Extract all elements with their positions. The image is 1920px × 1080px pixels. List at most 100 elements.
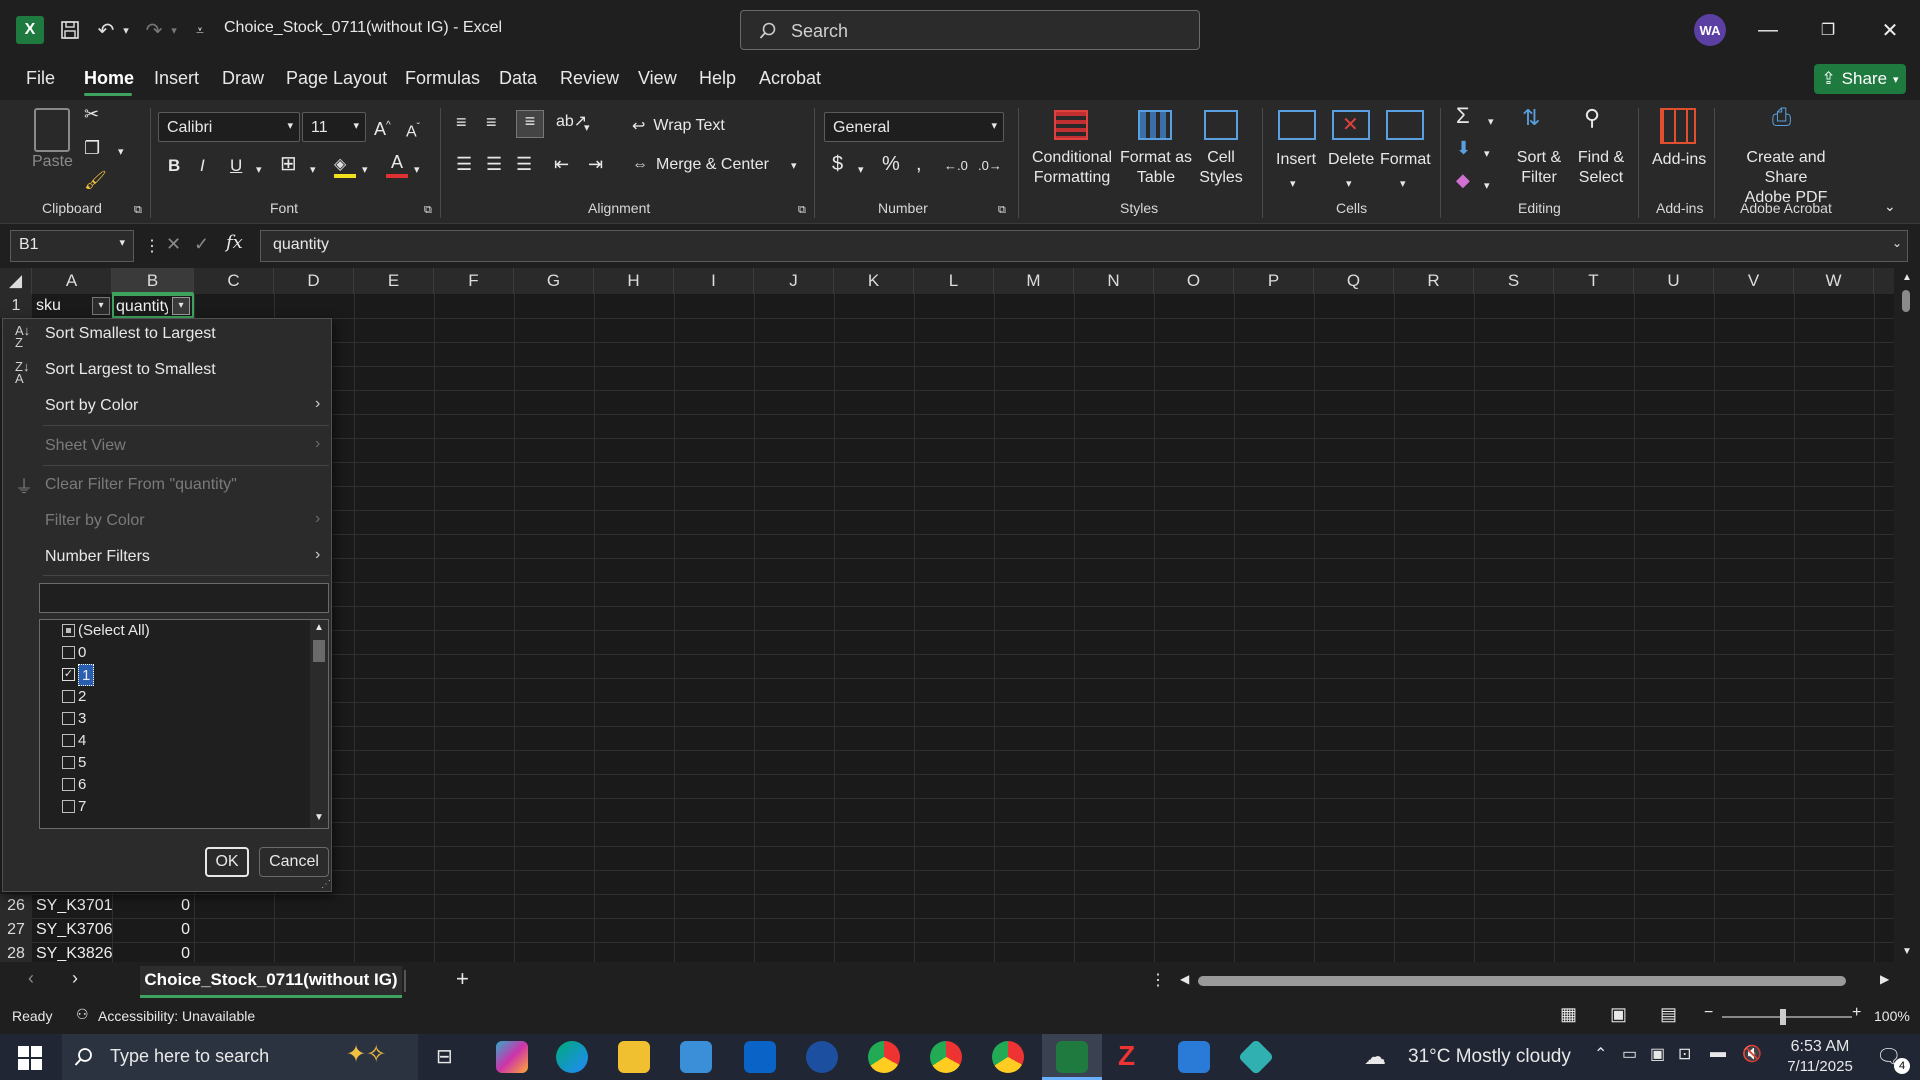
- column-header[interactable]: K: [834, 268, 914, 294]
- tab-data[interactable]: Data: [499, 68, 537, 89]
- bold-button[interactable]: B: [168, 156, 180, 176]
- accessibility-status[interactable]: Accessibility: Unavailable: [98, 1008, 255, 1024]
- increase-decimal-icon[interactable]: ←.0: [944, 156, 968, 176]
- column-header[interactable]: R: [1394, 268, 1474, 294]
- value-checkbox[interactable]: [62, 646, 75, 659]
- sku-cell[interactable]: SY_K37060: [36, 918, 112, 942]
- percent-icon[interactable]: %: [882, 154, 900, 174]
- app-diamond-icon[interactable]: [1237, 1038, 1275, 1076]
- app-with-badge-icon[interactable]: [806, 1041, 838, 1073]
- task-view-icon[interactable]: ⊟: [436, 1044, 453, 1069]
- minimize-icon[interactable]: —: [1748, 12, 1788, 48]
- filter-value-label[interactable]: 7: [78, 796, 86, 818]
- scroll-up-icon[interactable]: ▲: [1902, 272, 1912, 283]
- number-filters-item[interactable]: Number Filters: [45, 548, 150, 566]
- sort-descending-item[interactable]: Sort Largest to Smallest: [45, 361, 216, 379]
- select-all-corner[interactable]: ◢: [0, 268, 32, 294]
- value-checkbox[interactable]: [62, 690, 75, 703]
- column-header[interactable]: G: [514, 268, 594, 294]
- value-checkbox[interactable]: [62, 712, 75, 725]
- column-header[interactable]: A: [32, 268, 112, 294]
- value-checkbox[interactable]: [62, 756, 75, 769]
- name-box[interactable]: B1 ▾: [10, 230, 134, 262]
- insert-function-icon[interactable]: fx: [226, 232, 243, 253]
- dialog-launcher-icon[interactable]: ⧉: [134, 200, 142, 220]
- excel-taskbar-item[interactable]: [1042, 1034, 1102, 1080]
- filter-value-label[interactable]: 6: [78, 774, 86, 796]
- vertical-scrollbar[interactable]: ▲ ▼: [1894, 268, 1920, 962]
- currency-dropdown-icon[interactable]: ▾: [858, 160, 864, 180]
- cut-icon[interactable]: ✂: [84, 104, 99, 124]
- filter-value-label[interactable]: 5: [78, 752, 86, 774]
- filezilla-app-icon[interactable]: Z: [1118, 1040, 1135, 1072]
- prev-sheet-icon[interactable]: ‹: [28, 968, 34, 989]
- zoom-slider-thumb[interactable]: [1780, 1009, 1786, 1025]
- column-header[interactable]: I: [674, 268, 754, 294]
- filter-value-label[interactable]: 4: [78, 730, 86, 752]
- column-header[interactable]: U: [1634, 268, 1714, 294]
- next-sheet-icon[interactable]: ›: [72, 968, 78, 989]
- tab-draw[interactable]: Draw: [222, 68, 264, 89]
- customize-toolbar-icon[interactable]: ⩡: [186, 16, 214, 44]
- column-header[interactable]: L: [914, 268, 994, 294]
- font-color-icon[interactable]: A: [386, 152, 408, 178]
- store-app-icon[interactable]: [680, 1041, 712, 1073]
- merge-center-button[interactable]: ⇔ Merge & Center ▾: [632, 156, 796, 174]
- tab-view[interactable]: View: [638, 68, 677, 89]
- edge-app-icon[interactable]: [556, 1041, 588, 1073]
- align-left-icon[interactable]: ☰: [456, 154, 472, 174]
- wrap-text-button[interactable]: ↩ Wrap Text: [632, 116, 725, 136]
- fill-dropdown-icon[interactable]: ▾: [1484, 144, 1490, 164]
- volume-muted-icon[interactable]: 🔇: [1742, 1044, 1762, 1064]
- sku-cell[interactable]: SY_K38260: [36, 942, 112, 962]
- resize-grip-icon[interactable]: ⋰: [321, 879, 331, 890]
- dialog-launcher-icon[interactable]: ⧉: [798, 200, 806, 220]
- column-header[interactable]: F: [434, 268, 514, 294]
- formula-input[interactable]: quantity: [260, 230, 1908, 262]
- align-center-icon[interactable]: ☰: [486, 154, 502, 174]
- value-checkbox-checked[interactable]: ✓: [62, 668, 75, 681]
- underline-dropdown-icon[interactable]: ▾: [256, 160, 262, 180]
- filter-search-input[interactable]: [39, 583, 329, 613]
- add-ins-button[interactable]: Add-ins: [1652, 150, 1706, 170]
- underline-button[interactable]: U: [230, 156, 242, 176]
- decrease-font-icon[interactable]: Aˇ: [406, 118, 420, 142]
- quantity-cell[interactable]: 0: [112, 894, 190, 918]
- font-name-select[interactable]: Calibri ▾: [158, 112, 300, 142]
- battery-icon[interactable]: ▬: [1710, 1044, 1726, 1062]
- delete-cells-button[interactable]: Delete: [1328, 150, 1374, 170]
- font-size-select[interactable]: 11 ▾: [302, 112, 366, 142]
- sort-ascending-item[interactable]: Sort Smallest to Largest: [45, 325, 216, 343]
- quantity-cell[interactable]: 0: [112, 918, 190, 942]
- borders-icon[interactable]: ⊞: [280, 154, 297, 174]
- chrome-app-icon[interactable]: [930, 1041, 962, 1073]
- copilot-app-icon[interactable]: [496, 1041, 528, 1073]
- column-header[interactable]: B: [112, 268, 194, 294]
- value-checkbox[interactable]: [62, 778, 75, 791]
- filter-values-list[interactable]: (Select All) 0 ✓ 1 2 3 4 5 6 7 ▲ ▼: [39, 619, 329, 829]
- file-explorer-icon[interactable]: [618, 1041, 650, 1073]
- decrease-decimal-icon[interactable]: .0→: [978, 156, 1002, 176]
- row-header[interactable]: 26: [0, 894, 32, 918]
- column-header[interactable]: J: [754, 268, 834, 294]
- page-break-view-icon[interactable]: ▤: [1660, 1004, 1677, 1025]
- filter-value-label[interactable]: 3: [78, 708, 86, 730]
- format-painter-icon[interactable]: 🖌: [84, 170, 107, 190]
- column-header[interactable]: Q: [1314, 268, 1394, 294]
- create-adobe-pdf-button[interactable]: Create and Share Adobe PDF: [1724, 148, 1848, 208]
- horizontal-scroll-thumb[interactable]: [1198, 976, 1846, 986]
- clear-dropdown-icon[interactable]: ▾: [1484, 176, 1490, 196]
- scroll-left-icon[interactable]: ◀: [1180, 972, 1189, 986]
- column-header[interactable]: V: [1714, 268, 1794, 294]
- orientation-icon[interactable]: ab↗: [556, 112, 587, 132]
- scroll-up-icon[interactable]: ▲: [314, 622, 324, 633]
- filter-value-label[interactable]: 2: [78, 686, 86, 708]
- conditional-formatting-button[interactable]: Conditional Formatting: [1024, 148, 1120, 188]
- zoom-in-icon[interactable]: +: [1852, 1004, 1861, 1022]
- column-header[interactable]: N: [1074, 268, 1154, 294]
- chevron-down-icon[interactable]: ▾: [1346, 174, 1352, 194]
- chevron-down-icon[interactable]: ▾: [1290, 174, 1296, 194]
- comma-style-icon[interactable]: ,: [916, 154, 922, 174]
- align-right-icon[interactable]: ☰: [516, 154, 532, 174]
- sheet-tab[interactable]: Choice_Stock_0711(without IG): [140, 966, 402, 998]
